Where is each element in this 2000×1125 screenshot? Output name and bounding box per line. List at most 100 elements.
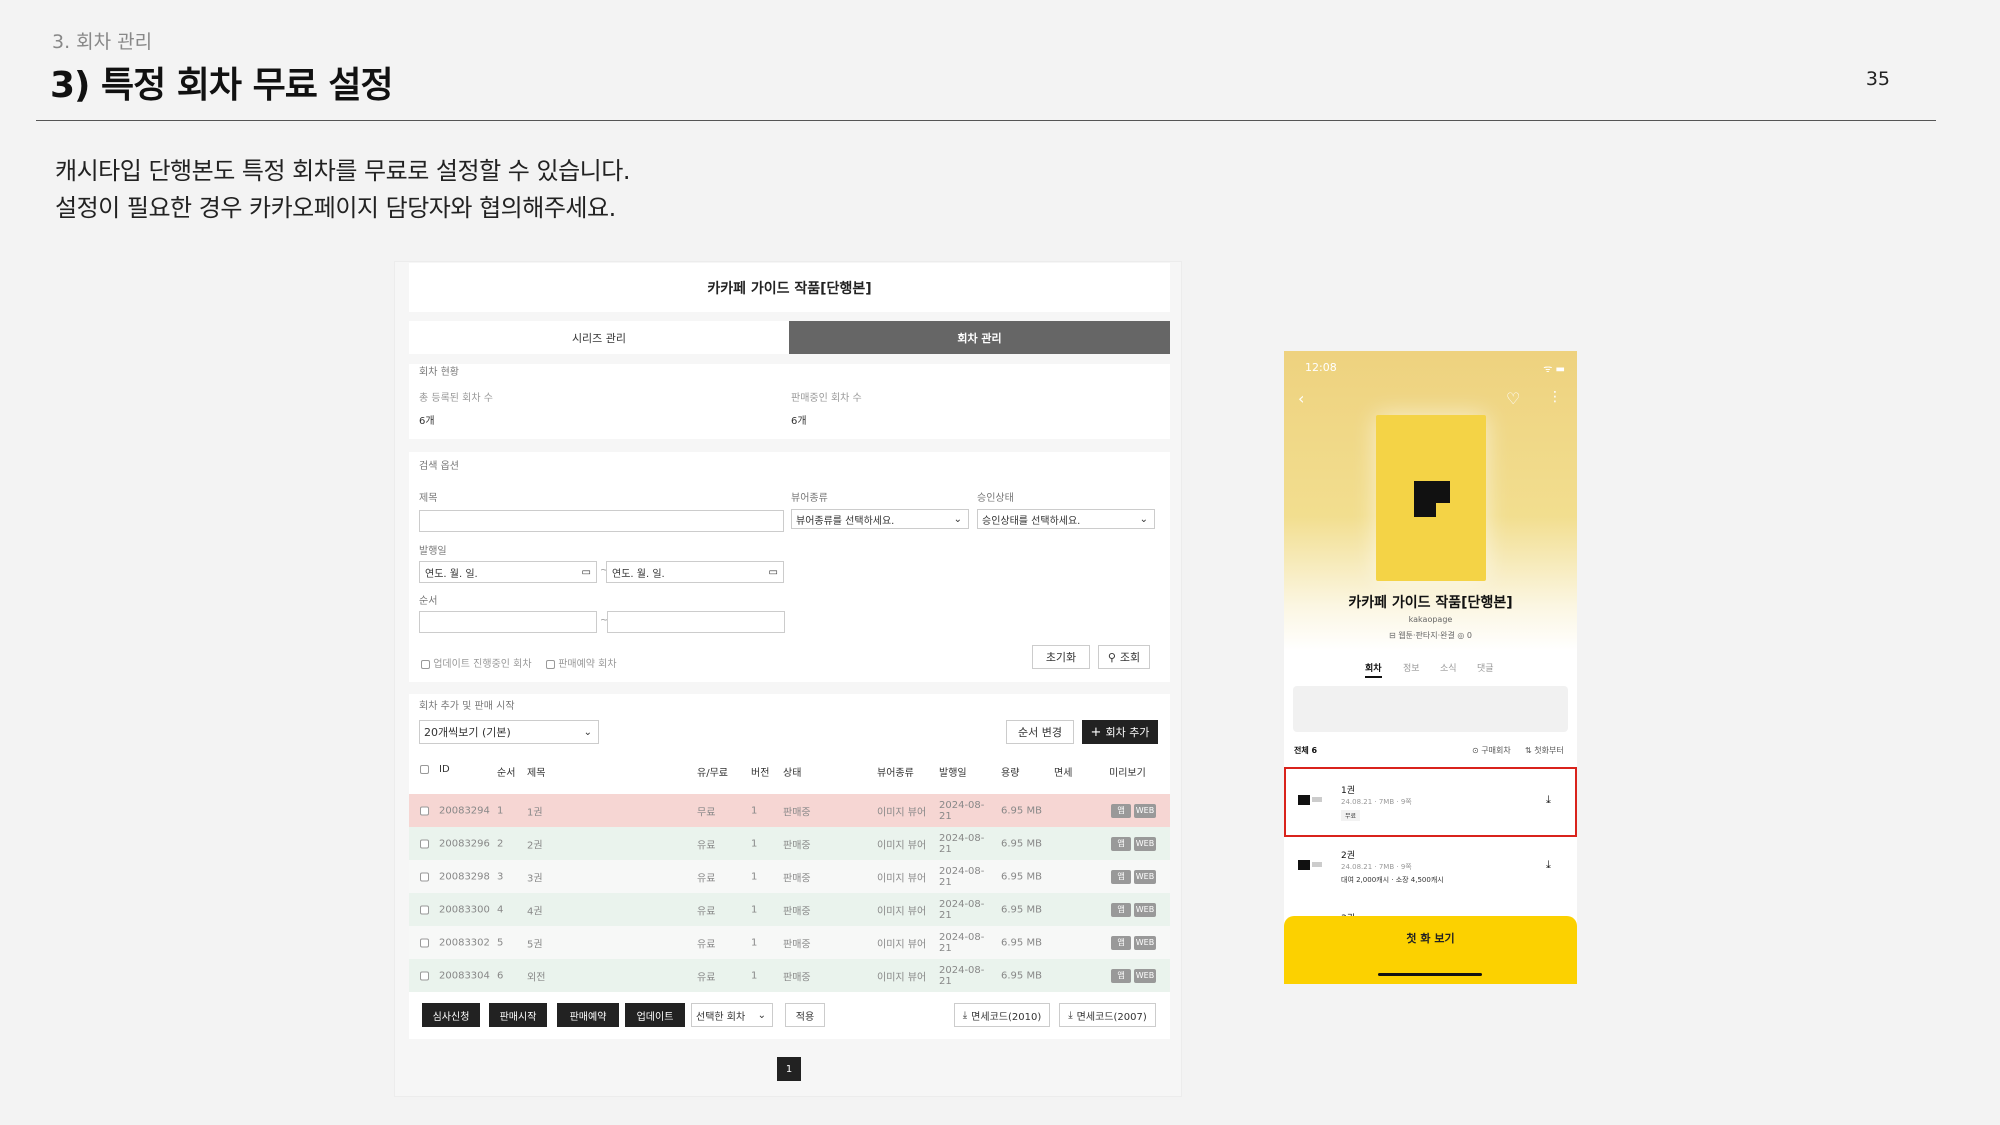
review-request-button[interactable]: 심사신청: [422, 1003, 480, 1027]
taxfree-2007-button[interactable]: ⤓ 면세코드(2007): [1059, 1003, 1156, 1027]
mobile-filter-purchased[interactable]: ⊙ 구매회차: [1472, 745, 1511, 756]
admin-panel: 카카페 가이드 작품[단행본] 시리즈 관리 회차 관리 회차 현황 총 등록된…: [394, 261, 1182, 1097]
preview-web-button[interactable]: WEB: [1134, 968, 1156, 983]
start-sale-button[interactable]: 판매시작: [489, 1003, 547, 1027]
reserve-sale-button[interactable]: 판매예약: [557, 1003, 619, 1027]
row-checkbox[interactable]: [420, 839, 429, 848]
calendar-icon[interactable]: ▭: [582, 567, 591, 578]
row-checkbox[interactable]: [420, 971, 429, 980]
back-icon[interactable]: ‹: [1298, 389, 1304, 408]
date-to-input[interactable]: 연도. 월. 일. ▭: [606, 561, 784, 583]
cell-version: 1: [751, 904, 758, 915]
selected-episode-value: 선택한 회차: [696, 1011, 746, 1023]
plus-icon: +: [1090, 724, 1102, 740]
download-icon[interactable]: ⤓: [1546, 858, 1551, 872]
cell-viewer: 이미지 뷰어: [877, 807, 927, 818]
order-to-input[interactable]: [607, 611, 785, 633]
row-checkbox[interactable]: [420, 905, 429, 914]
order-from-input[interactable]: [419, 611, 597, 633]
mobile-episode-item-2[interactable]: 2권 24.08.21 · 7MB · 9쪽 대여 2,000캐시 · 소장 4…: [1284, 834, 1577, 900]
home-indicator: [1378, 973, 1482, 976]
preview-app-button[interactable]: 앱: [1111, 968, 1131, 983]
reserved-filter-label: 판매예약 회차: [558, 659, 617, 670]
reserved-filter[interactable]: 판매예약 회차: [546, 655, 617, 670]
calendar-icon[interactable]: ▭: [769, 567, 778, 578]
add-episode-button[interactable]: + 회차 추가: [1082, 720, 1158, 744]
mobile-tab-comments[interactable]: 댓글: [1477, 661, 1494, 674]
row-checkbox[interactable]: [420, 872, 429, 881]
taxfree-2007-label: 면세코드(2007): [1076, 1011, 1147, 1023]
mobile-sort-first[interactable]: ⇅ 첫화부터: [1525, 745, 1564, 756]
mobile-author: kakaopage: [1408, 615, 1453, 624]
section-label: 3. 회차 관리: [52, 31, 153, 53]
reset-button[interactable]: 초기화: [1032, 645, 1090, 669]
title-input[interactable]: [419, 510, 784, 532]
table-header: ID 순서 제목 유/무료 버전 상태 뷰어종류 발행일 용량 면세 미리보기: [409, 764, 1170, 780]
col-order: 순서: [497, 768, 516, 779]
reserved-checkbox[interactable]: [546, 659, 555, 669]
table-row[interactable]: 20083300 4 4권 유료 1 판매중 이미지 뷰어 2024-08-21 6.95 MB…: [409, 893, 1170, 926]
more-icon[interactable]: ⋮: [1548, 389, 1562, 405]
mobile-tab-info[interactable]: 정보: [1403, 661, 1420, 674]
preview-web-button[interactable]: WEB: [1134, 869, 1156, 884]
date-from-input[interactable]: 연도. 월. 일. ▭: [419, 561, 597, 583]
row-checkbox[interactable]: [420, 938, 429, 947]
first-episode-label: 첫 화 보기: [1406, 932, 1455, 945]
preview-web-button[interactable]: WEB: [1134, 902, 1156, 917]
cell-size: 6.95 MB: [1001, 904, 1042, 915]
preview-app-button[interactable]: 앱: [1111, 902, 1131, 917]
mobile-tab-episodes[interactable]: 회차: [1365, 661, 1382, 678]
selected-episode-select[interactable]: 선택한 회차 ⌄: [691, 1003, 773, 1027]
col-id: ID: [439, 764, 450, 775]
tab-episode-management[interactable]: 회차 관리: [789, 321, 1170, 354]
apply-button[interactable]: 적용: [785, 1003, 825, 1027]
preview-app-button[interactable]: 앱: [1111, 869, 1131, 884]
pagination-current-page[interactable]: 1: [777, 1057, 801, 1081]
cell-pay: 유료: [697, 906, 716, 917]
updating-checkbox[interactable]: [421, 659, 430, 669]
page-size-select[interactable]: 20개씩보기 (기본) ⌄: [419, 720, 599, 744]
mobile-preview: 12:08 ᯤ ▬ ‹ ♡ ⋮ 카카페 가이드 작품[단행본] kakaopag…: [1284, 351, 1577, 984]
viewer-type-select[interactable]: 뷰어종류를 선택하세요. ⌄: [791, 509, 969, 529]
table-row[interactable]: 20083302 5 5권 유료 1 판매중 이미지 뷰어 2024-08-21 6.95 MB…: [409, 926, 1170, 959]
episode-info: 24.08.21 · 7MB · 9쪽: [1341, 863, 1412, 871]
tab-series-management[interactable]: 시리즈 관리: [409, 321, 789, 354]
list-section-title: 회차 추가 및 판매 시작: [419, 701, 515, 712]
taxfree-2010-button[interactable]: ⤓ 면세코드(2010): [954, 1003, 1050, 1027]
cell-order: 2: [497, 838, 504, 849]
cell-version: 1: [751, 937, 758, 948]
publish-date-label: 발행일: [419, 546, 447, 557]
cell-id: 20083296: [439, 838, 490, 849]
updating-filter[interactable]: 업데이트 진행중인 회차: [421, 655, 532, 670]
heart-icon[interactable]: ♡: [1506, 389, 1520, 408]
free-episode-highlight: [1284, 767, 1577, 837]
table-row[interactable]: 20083296 2 2권 유료 1 판매중 이미지 뷰어 2024-08-21 6.95 MB…: [409, 827, 1170, 860]
table-row[interactable]: 20083298 3 3권 유료 1 판매중 이미지 뷰어 2024-08-21 6.95 MB…: [409, 860, 1170, 893]
col-taxfree: 면세: [1054, 768, 1073, 779]
mobile-banner-placeholder[interactable]: [1293, 686, 1568, 732]
preview-web-button[interactable]: WEB: [1134, 935, 1156, 950]
row-checkbox[interactable]: [420, 806, 429, 815]
reorder-button[interactable]: 순서 변경: [1006, 720, 1074, 744]
select-all-checkbox[interactable]: [420, 765, 429, 774]
search-button[interactable]: ⚲ 조회: [1098, 645, 1150, 669]
table-row[interactable]: 20083294 1 1권 무료 1 판매중 이미지 뷰어 2024-08-21 6.95 MB…: [409, 794, 1170, 827]
preview-app-button[interactable]: 앱: [1111, 803, 1131, 818]
updating-filter-label: 업데이트 진행중인 회차: [433, 659, 532, 670]
col-size: 용량: [1001, 768, 1020, 779]
preview-web-button[interactable]: WEB: [1134, 836, 1156, 851]
preview-web-button[interactable]: WEB: [1134, 803, 1156, 818]
cell-pay: 유료: [697, 840, 716, 851]
preview-app-button[interactable]: 앱: [1111, 836, 1131, 851]
preview-app-button[interactable]: 앱: [1111, 935, 1131, 950]
description-line-1: 캐시타입 단행본도 특정 회차를 무료로 설정할 수 있습니다.: [55, 157, 630, 185]
first-episode-button[interactable]: 첫 화 보기: [1284, 916, 1577, 984]
chevron-down-icon: ⌄: [953, 513, 962, 525]
search-options-card: 검색 옵션 제목 뷰어종류 뷰어종류를 선택하세요. ⌄ 승인상태 승인상태를 …: [409, 452, 1170, 682]
mobile-tab-news[interactable]: 소식: [1440, 661, 1457, 674]
update-button[interactable]: 업데이트: [625, 1003, 685, 1027]
episode-status-card: 회차 현황 총 등록된 회차 수 6개 판매중인 회차 수 6개: [409, 364, 1170, 439]
table-row[interactable]: 20083304 6 외전 유료 1 판매중 이미지 뷰어 2024-08-21 6.95 MB…: [409, 959, 1170, 992]
approval-status-select[interactable]: 승인상태를 선택하세요. ⌄: [977, 509, 1155, 529]
cell-order: 3: [497, 871, 504, 882]
